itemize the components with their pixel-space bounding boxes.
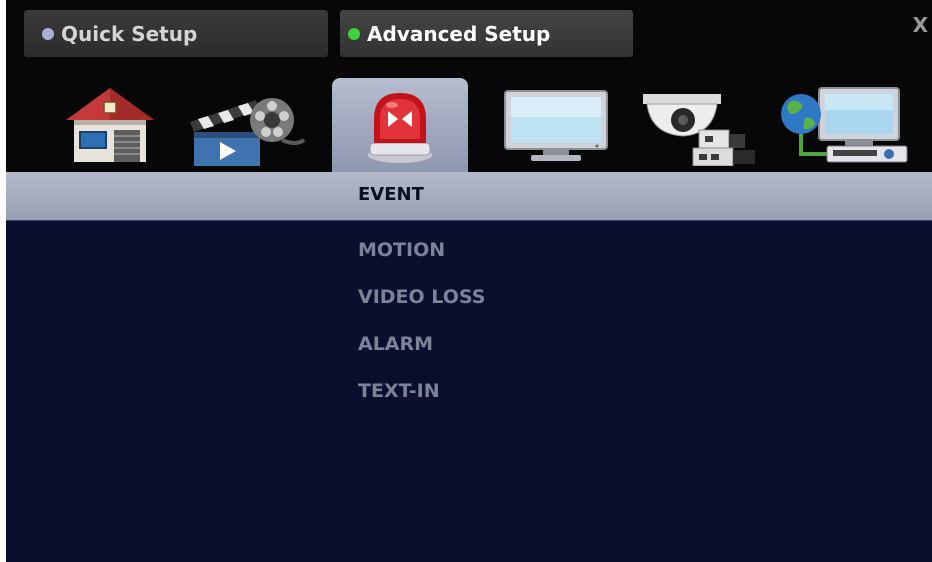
setup-window: Quick Setup Advanced Setup X EVENT MOTIO… <box>6 0 932 562</box>
tab-record[interactable] <box>178 78 314 172</box>
menu-item-motion[interactable]: MOTION <box>358 236 485 283</box>
film-recording-icon <box>190 98 306 166</box>
section-title-bar: EVENT <box>6 172 932 221</box>
tab-display[interactable] <box>488 78 624 172</box>
menu-item-alarm[interactable]: ALARM <box>358 330 485 377</box>
alarm-siren-icon <box>368 93 432 163</box>
status-dot-icon <box>42 27 54 40</box>
house-icon <box>66 88 154 162</box>
status-dot-icon <box>348 27 360 40</box>
menu-item-video-loss[interactable]: VIDEO LOSS <box>358 283 485 330</box>
tab-advanced-setup-label: Advanced Setup <box>367 21 551 46</box>
network-icon <box>781 87 908 163</box>
close-button[interactable]: X <box>913 13 928 37</box>
page-title: EVENT <box>358 184 424 205</box>
monitor-icon <box>504 90 608 161</box>
tab-system[interactable] <box>42 78 178 172</box>
tab-device[interactable] <box>632 78 768 172</box>
tab-network[interactable] <box>774 78 910 172</box>
tab-advanced-setup[interactable]: Advanced Setup <box>340 10 633 57</box>
camera-icon <box>643 94 755 166</box>
menu-item-text-in[interactable]: TEXT-IN <box>358 377 485 424</box>
event-menu: MOTION VIDEO LOSS ALARM TEXT-IN <box>358 236 485 424</box>
tab-quick-setup[interactable]: Quick Setup <box>24 10 328 57</box>
top-bar: Quick Setup Advanced Setup X <box>6 0 932 172</box>
tab-event[interactable] <box>332 78 468 172</box>
tab-quick-setup-label: Quick Setup <box>61 21 198 46</box>
